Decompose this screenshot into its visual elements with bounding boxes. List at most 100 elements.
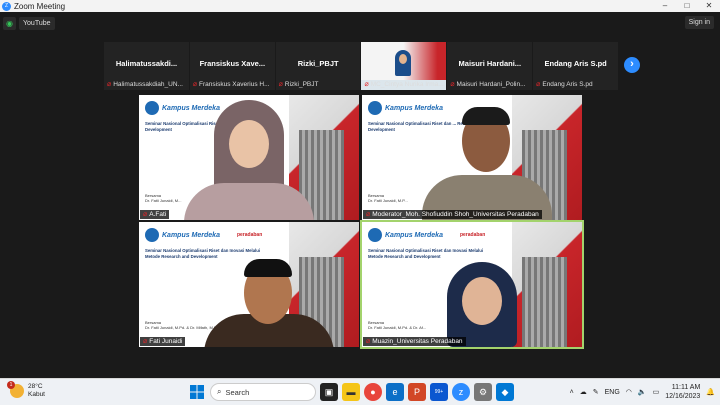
slide-building-image bbox=[522, 257, 567, 347]
mic-muted-icon: ⌀ bbox=[143, 211, 148, 218]
participant-label: ⌀ Maisuri Hardani_Polin... bbox=[450, 80, 530, 89]
participant-sub: Fransiskus Xaverius H... bbox=[199, 80, 270, 88]
kampus-logo-icon bbox=[145, 101, 159, 115]
zoom-taskbar-icon[interactable]: z bbox=[452, 383, 470, 401]
slide-title: Seminar Nasional Optimalisasi Riset dan … bbox=[368, 248, 484, 259]
participant-sub: MC_Cintya Nurika Irma... bbox=[370, 80, 444, 88]
battery-icon[interactable]: ▭ bbox=[653, 388, 660, 396]
peradaban-logo: peradaban bbox=[236, 232, 263, 238]
mic-muted-icon: ⌀ bbox=[364, 81, 369, 88]
taskbar-search[interactable]: ⌕ Search bbox=[210, 383, 316, 401]
kampus-merdeka-logo: Kampus Merdeka peradaban bbox=[368, 228, 485, 242]
participant-label: Muazin_Universitas Peradaban bbox=[372, 338, 463, 345]
slide-title: Seminar Nasional Optimalisasi Riset dan … bbox=[145, 248, 261, 259]
settings-icon[interactable]: ⚙ bbox=[474, 383, 492, 401]
minimize-button[interactable]: – bbox=[654, 0, 676, 12]
participant-label: ⌀ MC_Cintya Nurika Irma... bbox=[364, 80, 444, 89]
slide-speakers: Bersama Dr. Fatii Junaidi, M... bbox=[145, 193, 182, 203]
video-tile[interactable]: Kampus Merdeka peradaban Seminar Nasional … bbox=[139, 222, 359, 347]
start-button[interactable] bbox=[188, 383, 206, 401]
maximize-button[interactable]: □ bbox=[676, 0, 698, 12]
participant-sub: Maisuri Hardani_Polin... bbox=[456, 80, 526, 88]
participant-tile[interactable]: Fransiskus Xave... ⌀ Fransiskus Xaverius H… bbox=[189, 42, 275, 90]
mic-muted-icon: ⌀ bbox=[278, 81, 283, 88]
participant-tile[interactable]: Maisuri Hardani... ⌀ Maisuri Hardani_Polin… bbox=[447, 42, 533, 90]
participant-label: Fati Junaidi bbox=[149, 338, 183, 345]
participant-label: ⌀ Halimatussakdiah_UN... bbox=[107, 80, 187, 89]
participant-clothing bbox=[184, 183, 314, 220]
mic-muted-icon: ⌀ bbox=[450, 81, 455, 88]
video-tile[interactable]: Kampus Merdeka Seminar Nasional Optimalis… bbox=[362, 95, 582, 220]
participant-tile[interactable]: Rizki_PBJT ⌀ Rizki_PBJT bbox=[275, 42, 361, 90]
notification-badge: 1 bbox=[7, 381, 15, 389]
peradaban-logo: peradaban bbox=[459, 232, 486, 238]
mic-muted-icon: ⌀ bbox=[143, 338, 148, 345]
language-indicator[interactable]: ENG bbox=[605, 389, 620, 396]
participant-label: A.Fati bbox=[149, 211, 167, 218]
participant-hair bbox=[462, 107, 510, 125]
participant-name-bar: ⌀ Moderator_Moh. Shofiuddin Shoh_Universi… bbox=[363, 210, 542, 219]
window-title: Zoom Meeting bbox=[14, 1, 66, 11]
task-view-icon[interactable]: ▣ bbox=[320, 383, 338, 401]
participant-name: Halimatussakdi... bbox=[115, 59, 178, 68]
search-placeholder: Search bbox=[225, 387, 250, 397]
youtube-stream-button[interactable]: ◉ YouTube bbox=[3, 16, 55, 30]
notification-icon[interactable]: 🔔 bbox=[706, 388, 715, 396]
youtube-label: YouTube bbox=[19, 16, 55, 30]
kampus-merdeka-logo: Kampus Merdeka peradaban bbox=[145, 228, 262, 242]
participant-name-bar: ⌀ Fati Junaidi bbox=[140, 337, 186, 346]
live-signal-icon: ◉ bbox=[3, 16, 16, 30]
video-tile[interactable]: Kampus Merdeka Seminar Nasional Optimalis… bbox=[139, 95, 359, 220]
powerpoint-icon[interactable]: P bbox=[408, 383, 426, 401]
kampus-name: Kampus Merdeka bbox=[162, 104, 220, 112]
mic-muted-icon: ⌀ bbox=[366, 338, 371, 345]
participant-tile[interactable]: Endang Aris S.pd ⌀ Endang Aris S.pd bbox=[533, 42, 618, 90]
participant-hair bbox=[244, 259, 292, 277]
participant-strip: Halimatussakdi... ⌀ Halimatussakdiah_UN...… bbox=[104, 42, 618, 90]
windows-taskbar: 1 28°C Kabut ⌕ Search ▣ ▬ ● e P 99+ z ⚙ … bbox=[0, 378, 720, 405]
file-explorer-icon[interactable]: ▬ bbox=[342, 383, 360, 401]
cloud-icon[interactable]: ☁ bbox=[580, 388, 587, 396]
participant-label: Moderator_Moh. Shofiuddin Shoh_Universit… bbox=[372, 211, 539, 218]
participant-name: Fransiskus Xave... bbox=[199, 59, 266, 68]
weather-widget[interactable]: 1 28°C Kabut bbox=[7, 381, 45, 399]
app-icon[interactable]: ◆ bbox=[496, 383, 514, 401]
kampus-logo-icon bbox=[368, 101, 382, 115]
participant-face bbox=[229, 120, 269, 168]
pen-icon[interactable]: ✎ bbox=[593, 388, 599, 396]
mic-muted-icon: ⌀ bbox=[107, 81, 112, 88]
clock[interactable]: 11:11 AM 12/16/2023 bbox=[665, 383, 700, 401]
weather-desc: Kabut bbox=[28, 391, 45, 398]
edge-icon[interactable]: e bbox=[386, 383, 404, 401]
volume-icon[interactable]: 🔈 bbox=[638, 388, 647, 396]
kampus-merdeka-logo: Kampus Merdeka bbox=[368, 101, 443, 115]
clock-date: 12/16/2023 bbox=[665, 393, 701, 400]
store-icon[interactable]: 99+ bbox=[430, 383, 448, 401]
sign-in-button[interactable]: Sign in bbox=[684, 16, 714, 29]
weather-temp: 28°C bbox=[28, 383, 43, 390]
chrome-icon[interactable]: ● bbox=[364, 383, 382, 401]
participant-tile[interactable]: Halimatussakdi... ⌀ Halimatussakdiah_UN... bbox=[104, 42, 189, 90]
title-bar: Z Zoom Meeting – □ ✕ bbox=[0, 0, 720, 12]
participant-tile[interactable]: ⌀ MC_Cintya Nurika Irma... bbox=[361, 42, 447, 90]
windows-icon bbox=[190, 385, 204, 399]
system-tray: ˄ ☁ ✎ ENG ◠ 🔈 ▭ 11:11 AM 12/16/2023 🔔 bbox=[570, 383, 715, 401]
slide-speakers: Bersama Dr. Fatii Junaidi, M.P... bbox=[368, 193, 408, 203]
close-button[interactable]: ✕ bbox=[698, 0, 720, 12]
participant-name: Maisuri Hardani... bbox=[458, 59, 522, 68]
kampus-name: Kampus Merdeka bbox=[162, 231, 220, 239]
gallery-grid: Kampus Merdeka Seminar Nasional Optimalis… bbox=[139, 95, 584, 349]
participant-sub: Rizki_PBJT bbox=[284, 80, 319, 88]
wifi-icon[interactable]: ◠ bbox=[626, 388, 632, 396]
next-page-button[interactable]: › bbox=[624, 57, 640, 73]
meeting-topbar: ◉ YouTube Sign in bbox=[0, 12, 720, 34]
clock-time: 11:11 AM bbox=[671, 384, 701, 391]
video-tile[interactable]: Kampus Merdeka peradaban Seminar Nasional … bbox=[360, 220, 584, 349]
mic-muted-icon: ⌀ bbox=[536, 81, 541, 88]
participant-sub: Halimatussakdiah_UN... bbox=[113, 80, 183, 88]
kampus-name: Kampus Merdeka bbox=[385, 231, 443, 239]
chevron-up-icon[interactable]: ˄ bbox=[570, 389, 574, 396]
participant-name-bar: ⌀ A.Fati bbox=[140, 210, 170, 219]
participant-face bbox=[462, 277, 502, 325]
participant-name: Rizki_PBJT bbox=[297, 59, 339, 68]
